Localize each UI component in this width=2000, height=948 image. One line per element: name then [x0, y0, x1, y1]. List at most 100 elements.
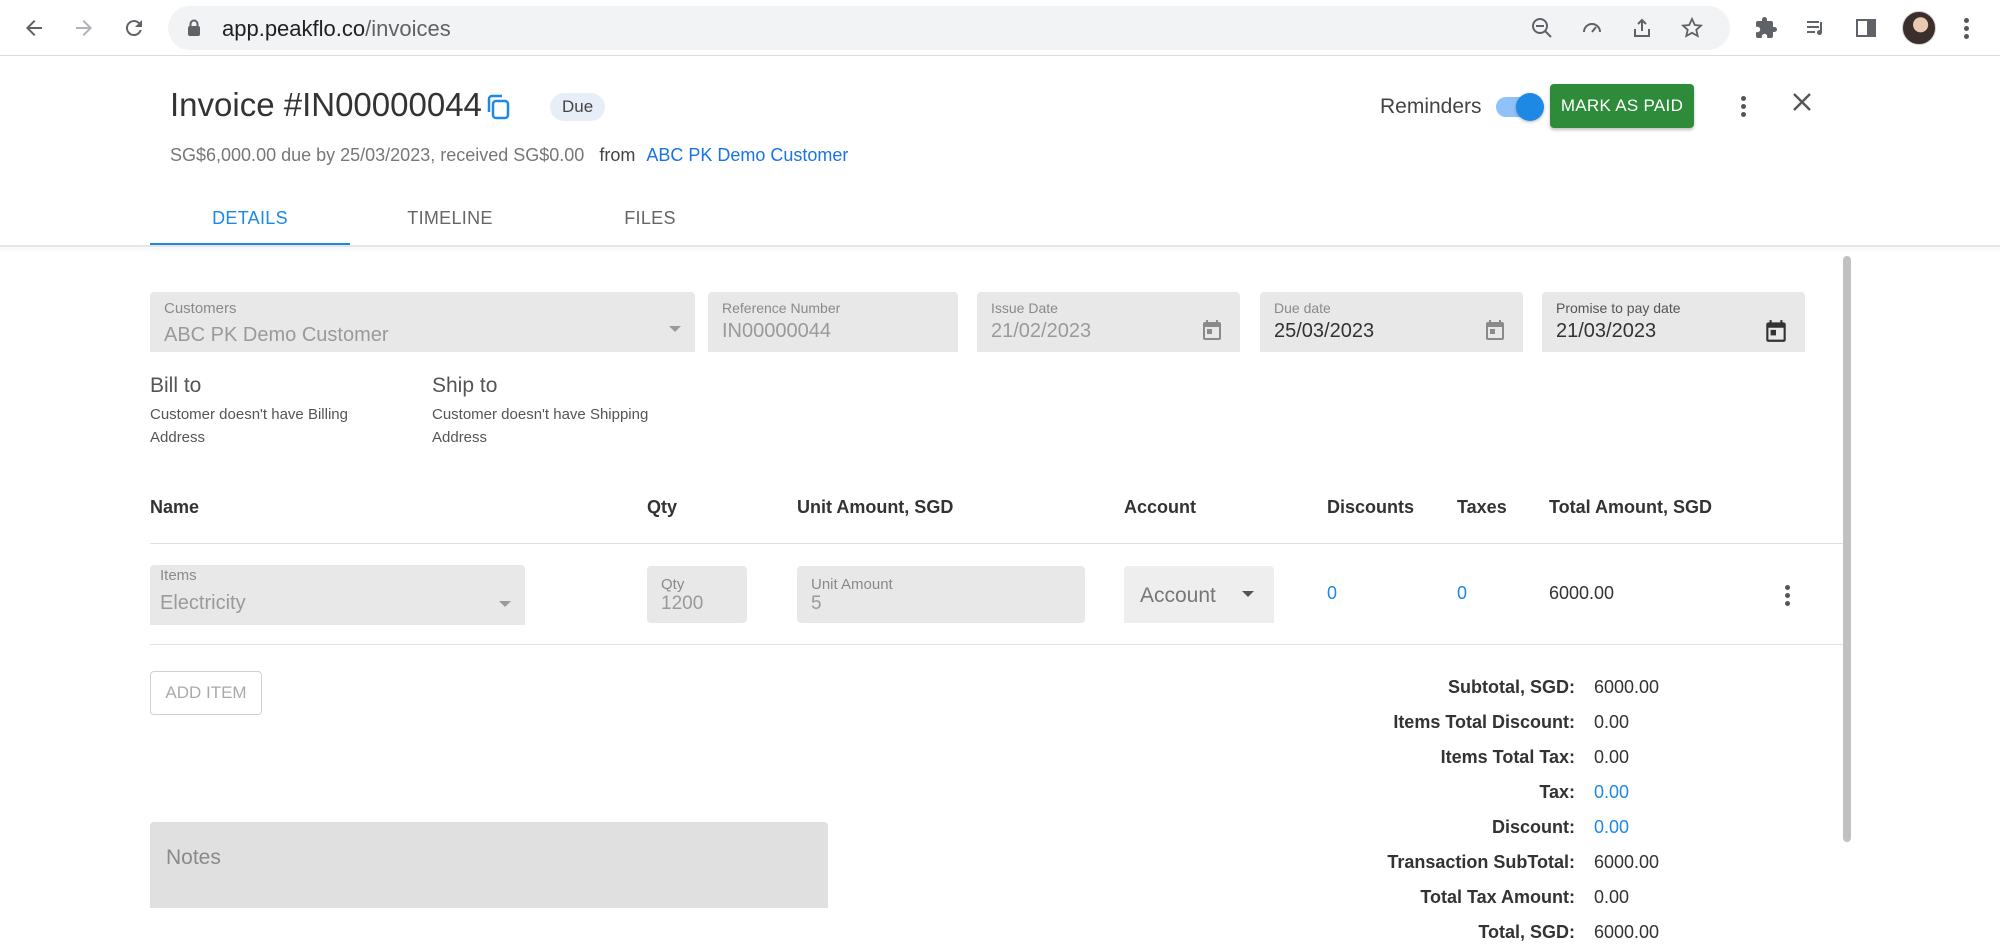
- reminders-toggle[interactable]: [1496, 93, 1544, 121]
- totals-value: 0.00: [1594, 712, 1630, 732]
- media-queue-icon[interactable]: [1800, 12, 1832, 44]
- bill-to-line: Customer doesn't have Billing: [150, 406, 348, 423]
- calendar-icon[interactable]: [1200, 318, 1224, 347]
- invoice-summary: SG$6,000.00 due by 25/03/2023, received …: [170, 145, 848, 166]
- totals-value: 0.00: [1594, 747, 1630, 767]
- totals-label: Total Tax Amount:: [1420, 887, 1575, 907]
- scrollbar[interactable]: [1843, 256, 1851, 842]
- copy-icon[interactable]: [483, 92, 513, 127]
- totals-label: Tax:: [1539, 782, 1575, 802]
- column-header-taxes: Taxes: [1457, 497, 1507, 517]
- performance-icon[interactable]: [1578, 14, 1606, 42]
- mark-as-paid-button[interactable]: MARK AS PAID: [1550, 84, 1694, 128]
- issue-date-label: Issue Date: [991, 300, 1058, 316]
- lock-icon: [186, 18, 202, 43]
- discounts-link[interactable]: 0: [1327, 583, 1337, 604]
- column-header-qty: Qty: [647, 497, 678, 517]
- reference-number-field[interactable]: Reference Number IN00000044: [708, 292, 958, 352]
- status-badge: Due: [550, 93, 606, 121]
- tabs-divider: [0, 245, 2000, 247]
- notes-field[interactable]: Notes: [150, 822, 828, 908]
- account-select[interactable]: Account: [1124, 566, 1274, 623]
- totals-label: Subtotal, SGD:: [1448, 677, 1575, 697]
- browser-toolbar: app.peakflo.co/invoices: [0, 0, 2000, 56]
- more-options-icon[interactable]: [1731, 94, 1755, 118]
- bill-to-title: Bill to: [150, 374, 202, 397]
- customer-link[interactable]: ABC PK Demo Customer: [646, 145, 848, 165]
- ship-to-title: Ship to: [432, 374, 498, 397]
- dropdown-arrow-icon: [669, 326, 681, 332]
- totals-label: Transaction SubTotal:: [1387, 852, 1575, 872]
- add-item-button[interactable]: ADD ITEM: [150, 671, 262, 715]
- due-date-field[interactable]: Due date 25/03/2023: [1260, 292, 1523, 352]
- toggle-knob: [1516, 93, 1544, 121]
- customers-label: Customers: [164, 300, 237, 317]
- page-title: Invoice #IN00000044: [170, 86, 482, 123]
- table-divider: [150, 644, 1843, 645]
- unit-amount-field[interactable]: Unit Amount 5: [797, 566, 1085, 623]
- url-text: app.peakflo.co/invoices: [222, 16, 451, 41]
- promise-to-pay-date-field[interactable]: Promise to pay date 21/03/2023: [1542, 292, 1805, 352]
- calendar-icon[interactable]: [1763, 318, 1789, 349]
- column-header-total-amount: Total Amount, SGD: [1549, 497, 1712, 517]
- bookmark-star-icon[interactable]: [1678, 14, 1706, 42]
- extensions-icon[interactable]: [1750, 12, 1782, 44]
- dropdown-arrow-icon: [1242, 591, 1254, 597]
- share-icon[interactable]: [1628, 14, 1656, 42]
- ship-to-line: Address: [432, 429, 488, 446]
- tab-files[interactable]: FILES: [550, 190, 750, 246]
- reload-icon[interactable]: [118, 12, 150, 44]
- totals-value: 0.00: [1594, 887, 1630, 907]
- tax-link[interactable]: 0.00: [1594, 782, 1629, 803]
- promise-date-label: Promise to pay date: [1556, 300, 1681, 316]
- browser-menu-icon[interactable]: [1950, 12, 1982, 44]
- tab-details[interactable]: DETAILS: [150, 190, 350, 246]
- forward-icon[interactable]: [68, 12, 100, 44]
- totals-value: 6000.00: [1594, 677, 1660, 697]
- address-bar[interactable]: app.peakflo.co/invoices: [168, 6, 1730, 50]
- issue-date-field[interactable]: Issue Date 21/02/2023: [977, 292, 1240, 352]
- taxes-link[interactable]: 0: [1457, 583, 1467, 604]
- items-value: Electricity: [160, 592, 246, 614]
- totals-label: Total, SGD:: [1478, 922, 1575, 942]
- reference-label: Reference Number: [722, 300, 841, 316]
- customers-select[interactable]: Customers ABC PK Demo Customer: [150, 292, 695, 352]
- items-label: Items: [160, 567, 197, 584]
- table-divider: [150, 543, 1843, 544]
- tab-timeline[interactable]: TIMELINE: [350, 190, 550, 246]
- discount-link[interactable]: 0.00: [1594, 817, 1629, 838]
- reminders-label: Reminders: [1380, 95, 1482, 118]
- close-icon[interactable]: [1790, 90, 1814, 119]
- totals-label: Items Total Tax:: [1440, 747, 1575, 767]
- totals-value: 6000.00: [1594, 922, 1660, 942]
- column-header-unit-amount: Unit Amount, SGD: [797, 497, 954, 517]
- qty-value: 1200: [661, 593, 704, 614]
- calendar-icon[interactable]: [1483, 318, 1507, 347]
- ship-to-line: Customer doesn't have Shipping: [432, 406, 649, 423]
- totals-value: 6000.00: [1594, 852, 1660, 872]
- due-date-value: 25/03/2023: [1274, 320, 1375, 342]
- totals-label: Items Total Discount:: [1393, 712, 1575, 732]
- ship-to-address: Customer doesn't have Shipping Address: [432, 403, 648, 449]
- qty-field[interactable]: Qty 1200: [647, 566, 747, 623]
- zoom-out-icon[interactable]: [1528, 14, 1556, 42]
- back-icon[interactable]: [18, 12, 50, 44]
- column-header-name: Name: [150, 497, 200, 517]
- notes-placeholder: Notes: [166, 846, 221, 869]
- column-header-discounts: Discounts: [1327, 497, 1415, 517]
- row-options-icon[interactable]: [1775, 583, 1799, 607]
- qty-label: Qty: [661, 576, 685, 593]
- unit-amount-value: 5: [811, 593, 822, 614]
- item-select[interactable]: Items Electricity: [150, 565, 525, 625]
- profile-avatar[interactable]: [1902, 11, 1936, 45]
- side-panel-icon[interactable]: [1850, 12, 1882, 44]
- bill-to-address: Customer doesn't have Billing Address: [150, 403, 348, 449]
- row-total-amount: 6000.00: [1549, 583, 1615, 603]
- column-header-account: Account: [1124, 497, 1196, 517]
- from-label: from: [599, 145, 636, 165]
- promise-date-value: 21/03/2023: [1556, 320, 1657, 342]
- account-placeholder: Account: [1140, 584, 1216, 607]
- amount-summary: SG$6,000.00 due by 25/03/2023, received …: [170, 145, 585, 165]
- bill-to-line: Address: [150, 429, 206, 446]
- totals-label: Discount:: [1492, 817, 1575, 837]
